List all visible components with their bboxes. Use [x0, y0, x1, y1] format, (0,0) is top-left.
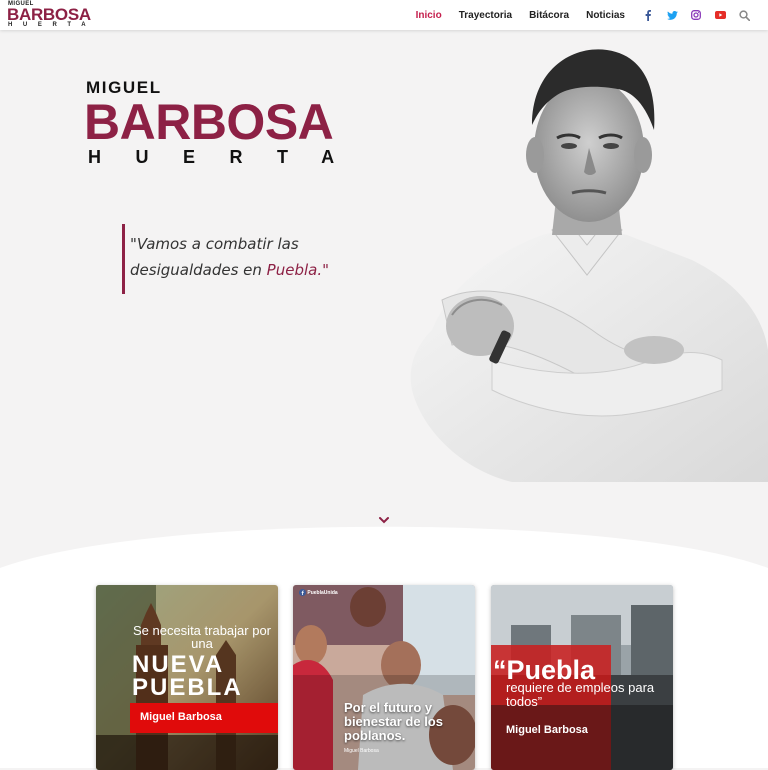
logo-second-surname: HUERTA	[8, 22, 97, 28]
nav-bitacora[interactable]: Bitácora	[529, 10, 569, 21]
hero-surname: BARBOSA	[84, 94, 334, 150]
card1-intro-text: Se necesita trabajar por una	[132, 623, 272, 651]
site-header: MIGUEL BARBOSA HUERTA Inicio Trayectoria…	[0, 0, 768, 30]
main-nav: Inicio Trayectoria Bitácora Noticias	[416, 0, 768, 30]
facebook-icon[interactable]	[642, 9, 654, 21]
section-divider	[0, 526, 768, 568]
card3-signature: Miguel Barbosa	[506, 724, 588, 736]
card2-page-tag: PueblaUnida	[299, 589, 338, 596]
card1-signature-bar: Miguel Barbosa	[130, 703, 278, 733]
nav-noticias[interactable]: Noticias	[586, 10, 625, 21]
youtube-icon[interactable]	[714, 9, 726, 21]
quote-text: "Vamos a combatir las desigualdades en P…	[130, 231, 372, 283]
quote-highlight: Puebla."	[266, 261, 330, 279]
site-logo[interactable]: MIGUEL BARBOSA HUERTA	[7, 1, 98, 29]
hero-section: MIGUEL BARBOSA HUERTA "Vamos a combatir …	[0, 30, 768, 580]
card3-subline: requiere de empleos para todos”	[506, 680, 655, 709]
instagram-icon[interactable]	[690, 9, 702, 21]
search-icon[interactable]	[738, 9, 750, 21]
candidate-portrait	[410, 49, 768, 482]
promo-card-futuro[interactable]: PueblaUnida Por el futuro y bienestar de…	[293, 585, 475, 770]
card1-signature: Miguel Barbosa	[140, 711, 222, 723]
facebook-icon	[299, 589, 306, 596]
promo-card-nueva-puebla[interactable]: Se necesita trabajar por una NUEVA PUEBL…	[96, 585, 278, 770]
twitter-icon[interactable]	[666, 9, 678, 21]
nav-inicio[interactable]: Inicio	[416, 10, 442, 21]
nav-trayectoria[interactable]: Trayectoria	[459, 10, 512, 21]
logo-surname: BARBOSA	[7, 5, 91, 24]
promo-card-empleos[interactable]: “Puebla requiere de empleos para todos” …	[491, 585, 673, 770]
hero-second-surname: HUERTA	[88, 147, 369, 167]
card2-headline: Por el futuro y bienestar de los poblano…	[344, 700, 443, 743]
card2-page-tag-text: PueblaUnida	[307, 589, 338, 596]
hero-quote: "Vamos a combatir las desigualdades en P…	[122, 224, 372, 294]
cards-section: Se necesita trabajar por una NUEVA PUEBL…	[0, 568, 768, 770]
card2-signature: Miguel Barbosa	[344, 748, 379, 754]
card1-headline: NUEVA PUEBLA	[132, 651, 243, 701]
